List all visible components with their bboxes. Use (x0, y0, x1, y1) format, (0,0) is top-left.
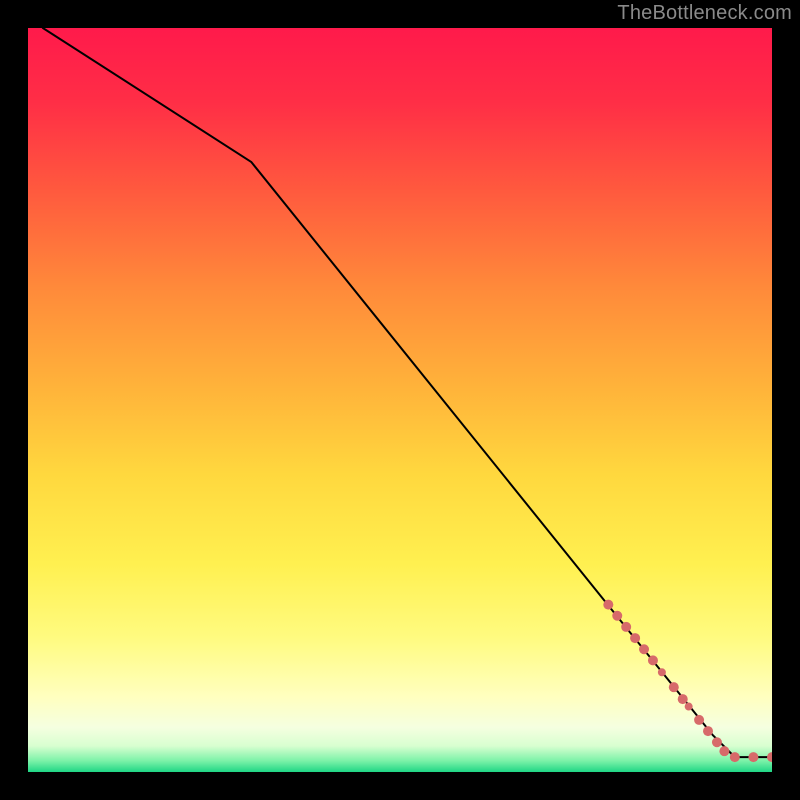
chart-stage: TheBottleneck.com (0, 0, 800, 800)
data-point (748, 752, 758, 762)
data-point (639, 644, 649, 654)
data-point (712, 737, 722, 747)
data-point (630, 633, 640, 643)
chart-svg (28, 28, 772, 772)
data-point (685, 703, 693, 711)
data-point (648, 655, 658, 665)
watermark-label: TheBottleneck.com (617, 2, 792, 25)
data-point (612, 611, 622, 621)
data-point (669, 682, 679, 692)
data-point (621, 622, 631, 632)
data-point (603, 600, 613, 610)
gradient-background (28, 28, 772, 772)
data-point (694, 715, 704, 725)
data-point (719, 746, 729, 756)
data-point (678, 694, 688, 704)
data-point (730, 752, 740, 762)
plot-area (28, 28, 772, 772)
data-point (658, 668, 666, 676)
data-point (703, 726, 713, 736)
